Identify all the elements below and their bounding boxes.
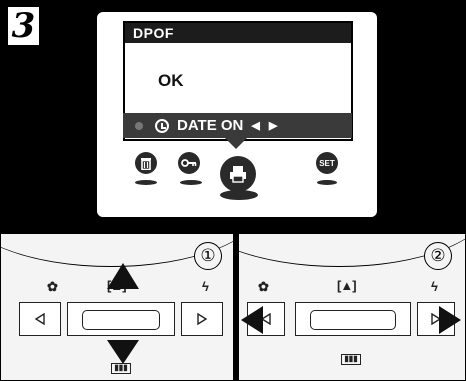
flash-icon: ϟ: [202, 279, 209, 294]
menu-ok-button[interactable]: [310, 310, 396, 330]
right-arrow-icon: [197, 313, 208, 325]
selection-pointer-icon: [225, 138, 247, 149]
instruction-figure: 3 DPOF OK DATE ON ◀ ▶ SET ① ✿ ϟ ▮▮▮ ② ✿ …: [0, 0, 466, 381]
trash-icon-shadow: [135, 180, 157, 185]
dialog-title: DPOF: [125, 23, 351, 43]
flash-icon: ϟ: [431, 279, 438, 294]
continuous-mode-icon: ▮▮▮: [111, 363, 131, 374]
print-icon[interactable]: [220, 156, 256, 192]
dialog-message: OK: [158, 71, 184, 90]
set-icon-shadow: [317, 180, 337, 185]
left-arrow-active-icon[interactable]: [239, 304, 265, 336]
date-setting-bar[interactable]: DATE ON ◀ ▶: [123, 113, 352, 138]
step-2-controls-panel: ② ✿ [▲] ϟ ▮▮▮: [238, 233, 466, 381]
left-arrow-icon: [34, 313, 45, 325]
down-arrow-active-icon[interactable]: [105, 338, 141, 366]
key-icon[interactable]: [178, 152, 200, 174]
key-icon-shadow: [180, 180, 202, 185]
step-number: 3: [6, 5, 41, 47]
indicator-dot-icon: [135, 121, 143, 130]
set-icon-label: SET: [319, 158, 335, 168]
center-button-housing: [295, 302, 411, 336]
right-arrow-active-icon[interactable]: [437, 304, 463, 336]
right-button[interactable]: [181, 302, 223, 336]
macro-flower-icon: ✿: [47, 279, 58, 294]
up-arrow-active-icon[interactable]: [105, 261, 141, 291]
button-row: [1, 302, 233, 338]
button-row: [239, 302, 465, 338]
print-icon-shadow: [220, 190, 258, 200]
continuous-mode-icon: ▮▮▮: [341, 354, 361, 365]
date-setting-label: DATE ON: [177, 117, 244, 134]
step-1-controls-panel: ① ✿ [▲] ϟ ▮▮▮: [0, 233, 234, 381]
menu-ok-button[interactable]: [82, 310, 160, 330]
clock-icon: [155, 118, 169, 133]
macro-flower-icon: ✿: [258, 279, 269, 294]
left-right-arrows-icon: ◀ ▶: [251, 120, 281, 132]
trash-icon[interactable]: [135, 152, 157, 174]
step-1-marker: ①: [194, 242, 222, 270]
set-icon[interactable]: SET: [316, 152, 338, 174]
center-button-housing: [67, 302, 175, 336]
left-button[interactable]: [19, 302, 61, 336]
frame-mode-icon: [▲]: [337, 278, 357, 293]
camera-screen-panel: 3 DPOF OK DATE ON ◀ ▶ SET: [0, 0, 466, 231]
step-2-marker: ②: [424, 242, 452, 270]
